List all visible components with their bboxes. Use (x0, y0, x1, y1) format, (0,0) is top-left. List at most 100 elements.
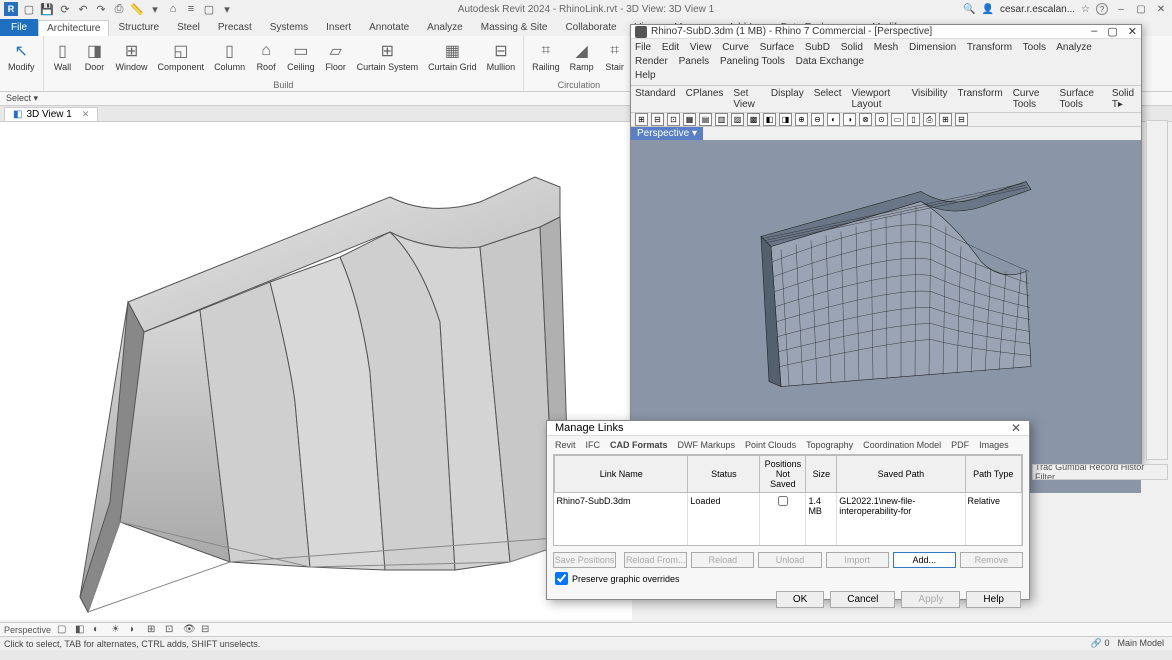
redo-icon[interactable]: ↷ (94, 2, 108, 16)
search-icon[interactable]: 🔍 (963, 4, 975, 15)
ramp-button[interactable]: ◢Ramp (566, 38, 598, 75)
tb-icon[interactable]: ◐ (827, 113, 840, 126)
render-icon[interactable]: ⊞ (147, 624, 159, 636)
sync-icon[interactable]: ⟳ (58, 2, 72, 16)
reveal-icon[interactable]: ⊟ (201, 624, 213, 636)
close-tab-icon[interactable]: ✕ (82, 109, 90, 120)
window-button[interactable]: ⊞Window (112, 38, 152, 75)
tb-icon[interactable]: ◨ (779, 113, 792, 126)
tab-collaborate[interactable]: Collaborate (556, 19, 625, 36)
tb-icon[interactable]: ⊟ (955, 113, 968, 126)
measure-icon[interactable]: 📏 (130, 2, 144, 16)
open-icon[interactable]: ▢ (22, 2, 36, 16)
rhino-tab-standard[interactable]: Standard (635, 88, 676, 110)
rhino-tab-viewport[interactable]: Viewport Layout (852, 88, 902, 110)
home-icon[interactable]: ⌂ (166, 2, 180, 16)
curtainsystem-button[interactable]: ⊞Curtain System (353, 38, 423, 75)
tab-insert[interactable]: Insert (317, 19, 360, 36)
mullion-button[interactable]: ⊟Mullion (483, 38, 520, 75)
tab-architecture[interactable]: Architecture (38, 20, 109, 36)
tb-icon[interactable]: ▥ (715, 113, 728, 126)
ceiling-button[interactable]: ▭Ceiling (283, 38, 319, 75)
print-icon[interactable]: ⎙ (112, 2, 126, 16)
railing-button[interactable]: ⌗Railing (528, 38, 564, 75)
col-linkname[interactable]: Link Name (555, 456, 688, 493)
tb-icon[interactable]: ⊡ (667, 113, 680, 126)
column-button[interactable]: ▯Column (210, 38, 249, 75)
col-pathtype[interactable]: Path Type (965, 456, 1022, 493)
rhino-tab-display[interactable]: Display (771, 88, 804, 110)
scale-icon[interactable]: ▢ (57, 624, 69, 636)
tab-precast[interactable]: Precast (209, 19, 261, 36)
col-status[interactable]: Status (688, 456, 760, 493)
door-button[interactable]: ◨Door (80, 38, 110, 75)
help-button[interactable]: Help (966, 591, 1021, 608)
rhino-tab-setview[interactable]: Set View (733, 88, 761, 110)
tab-analyze[interactable]: Analyze (418, 19, 472, 36)
rhino-menu-help[interactable]: Help (635, 70, 656, 81)
status-links[interactable]: 🔗 0 (1091, 638, 1110, 649)
crop-icon[interactable]: ⊡ (165, 624, 177, 636)
rhino-menu-dataexchange[interactable]: Data Exchange (796, 56, 864, 67)
select-dropdown[interactable]: Select ▾ (6, 93, 38, 104)
tab-steel[interactable]: Steel (168, 19, 209, 36)
rhino-close[interactable]: ✕ (1128, 25, 1137, 38)
tab-annotate[interactable]: Annotate (360, 19, 418, 36)
thin-lines-icon[interactable]: ≡ (184, 2, 198, 16)
tb-icon[interactable]: ⊞ (939, 113, 952, 126)
rhino-menu-file[interactable]: File (635, 42, 651, 53)
help-icon[interactable]: ? (1096, 3, 1108, 15)
dlgtab-revit[interactable]: Revit (555, 440, 576, 450)
tb-icon[interactable]: ⊕ (795, 113, 808, 126)
rhino-tab-cplanes[interactable]: CPlanes (686, 88, 724, 110)
username[interactable]: cesar.r.escalan... (1000, 4, 1075, 15)
roof-button[interactable]: ⌂Roof (251, 38, 281, 75)
tb-icon[interactable]: ⊖ (811, 113, 824, 126)
tb-icon[interactable]: ◧ (763, 113, 776, 126)
dlgtab-pointclouds[interactable]: Point Clouds (745, 440, 796, 450)
curtaingrid-button[interactable]: ▦Curtain Grid (424, 38, 481, 75)
dlgtab-cadformats[interactable]: CAD Formats (610, 440, 668, 450)
favorites-icon[interactable]: ☆ (1081, 4, 1090, 15)
tb-icon[interactable]: ⊞ (635, 113, 648, 126)
rhino-viewport-label[interactable]: Perspective ▾ (631, 127, 703, 140)
col-size[interactable]: Size (806, 456, 837, 493)
rhino-tab-visibility[interactable]: Visibility (912, 88, 948, 110)
rhino-tab-surfacetools[interactable]: Surface Tools (1060, 88, 1102, 110)
stair-button[interactable]: ⌗Stair (600, 38, 630, 75)
rhino-menu-mesh[interactable]: Mesh (874, 42, 898, 53)
tb-icon[interactable]: ▭ (891, 113, 904, 126)
dlgtab-topography[interactable]: Topography (806, 440, 853, 450)
tb-icon[interactable]: ⊙ (875, 113, 888, 126)
visual-icon[interactable]: ◐ (93, 624, 105, 636)
rhino-menu-panels[interactable]: Panels (679, 56, 710, 67)
shadows-icon[interactable]: ◗ (129, 624, 141, 636)
wall-button[interactable]: ▯Wall (48, 38, 78, 75)
rhino-menu-paneling[interactable]: Paneling Tools (720, 56, 785, 67)
undo-icon[interactable]: ↶ (76, 2, 90, 16)
floor-button[interactable]: ▱Floor (321, 38, 351, 75)
tb-icon[interactable]: ◑ (843, 113, 856, 126)
rhino-menu-tools[interactable]: Tools (1023, 42, 1046, 53)
dlgtab-dwf[interactable]: DWF Markups (678, 440, 736, 450)
user-icon[interactable]: 👤 (982, 4, 994, 15)
rhino-tab-curvetools[interactable]: Curve Tools (1013, 88, 1050, 110)
tb-icon[interactable]: ⊟ (651, 113, 664, 126)
tb-icon[interactable]: ▩ (747, 113, 760, 126)
tb-icon[interactable]: ▦ (683, 113, 696, 126)
tab-systems[interactable]: Systems (261, 19, 317, 36)
rhino-menu-view[interactable]: View (690, 42, 712, 53)
tb-icon[interactable]: ⊗ (859, 113, 872, 126)
dlgtab-ifc[interactable]: IFC (586, 440, 601, 450)
rhino-menu-dimension[interactable]: Dimension (909, 42, 956, 53)
tab-file[interactable]: File (0, 19, 38, 36)
col-savedpath[interactable]: Saved Path (837, 456, 965, 493)
dlgtab-images[interactable]: Images (979, 440, 1009, 450)
switch-windows-icon[interactable]: ▾ (220, 2, 234, 16)
rhino-menu-render[interactable]: Render (635, 56, 668, 67)
tb-icon[interactable]: ▤ (699, 113, 712, 126)
rhino-menu-transform[interactable]: Transform (967, 42, 1012, 53)
add-button[interactable]: Add... (893, 552, 956, 568)
status-mainmodel[interactable]: Main Model (1117, 638, 1164, 649)
minimize-button[interactable]: – (1114, 2, 1128, 16)
